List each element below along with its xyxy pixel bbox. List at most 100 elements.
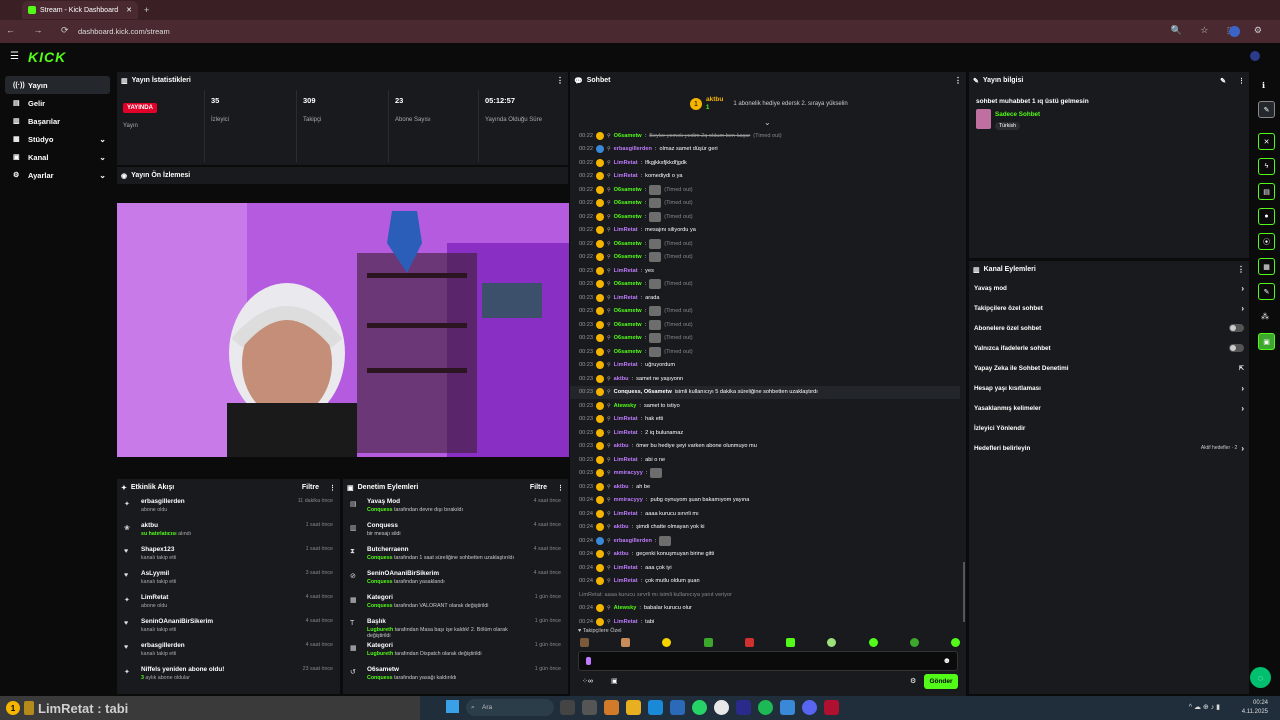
edit-icon[interactable]: ✎	[1220, 77, 1226, 85]
chat-message[interactable]: 00:24 ⚲ LimRetat: aaaa kurucu sırvrli mı	[570, 507, 960, 521]
chat-username[interactable]: LimRetat	[614, 578, 638, 584]
chat-username[interactable]: LimRetat	[614, 416, 638, 422]
activity-item[interactable]: ✦ Niffels yeniden abone oldu! 3 aylık abon…	[117, 664, 340, 688]
emote-icon[interactable]	[909, 638, 919, 647]
moderation-item[interactable]: ▤ Yavaş Mod Conquess tarafından devre dışı…	[343, 496, 568, 520]
chat-username[interactable]: LimRetat	[614, 619, 638, 625]
category-link[interactable]: Sadece Sohbet	[995, 111, 1040, 118]
edge-icon[interactable]	[648, 700, 663, 715]
chat-username[interactable]: O6sametw	[614, 187, 642, 193]
channel-action-item[interactable]: Hedefleri belirleyin Aktif hedefler · 2 ›	[969, 438, 1249, 458]
emote-icon[interactable]	[621, 638, 631, 647]
sidebar-item-kanal[interactable]: ▣ Kanal ⌄	[5, 148, 110, 166]
chat-username[interactable]: mmiracyyy	[614, 497, 643, 503]
address-input[interactable]: dashboard.kick.com/stream	[78, 27, 170, 36]
chat-username[interactable]: mmiracyyy	[614, 470, 643, 476]
chat-message[interactable]: 00:23 ⚲ aktbu: ah be	[570, 480, 960, 494]
chat-username[interactable]: LimRetat	[614, 295, 638, 301]
rail-button-1[interactable]: ✕	[1258, 133, 1275, 150]
chat-username[interactable]: O6sametw	[614, 349, 642, 355]
chat-message[interactable]: 00:22 ⚲ O6sametw: (Timed out)	[570, 210, 960, 224]
user-avatar[interactable]	[1250, 51, 1260, 61]
chat-message[interactable]: 00:24 ⚲ erbasgillerden:	[570, 534, 960, 548]
chat-message[interactable]: 00:23 ⚲ Atewsky: samet to istiyo	[570, 399, 960, 413]
rail-button-5[interactable]: ⦿	[1258, 233, 1275, 250]
chat-message[interactable]: 00:23 ⚲ O6sametw: (Timed out)	[570, 332, 960, 346]
chat-message[interactable]: 00:22 ⚲ LimRetat: komediydi o ya	[570, 170, 960, 184]
chat-username[interactable]: LimRetat	[614, 430, 638, 436]
pin-collapse-icon[interactable]: ⌄	[764, 118, 771, 127]
more-icon[interactable]: ⋮	[1238, 77, 1245, 85]
emote-icon[interactable]	[744, 638, 754, 647]
rail-button-8[interactable]: ▣	[1258, 333, 1275, 350]
chat-input[interactable]: ☻	[578, 651, 958, 671]
whatsapp-icon[interactable]	[692, 700, 707, 715]
activity-item[interactable]: ♥ Shapex123 kanalı takip etti 1 saat önce	[117, 544, 340, 568]
sidebar-item-ayarlar[interactable]: ⚙ Ayarlar ⌄	[5, 166, 110, 184]
activity-item[interactable]: ✦ erbasgillerden abone oldu 11 dakika önce	[117, 496, 340, 520]
moderation-item[interactable]: ▦ Kategori Conquess tarafından VALORANT ol…	[343, 592, 568, 616]
filter-button[interactable]: Filtre	[530, 484, 547, 491]
moderation-item[interactable]: ↺ O6sametw Conquess tarafından yasağı kald…	[343, 664, 568, 688]
clock[interactable]: 00:24 4.11.2025	[1242, 699, 1268, 717]
app-icon[interactable]	[604, 700, 619, 715]
chat-username[interactable]: LimRetat	[614, 457, 638, 463]
file-explorer-icon[interactable]	[626, 700, 641, 715]
emote-icon[interactable]	[786, 638, 796, 647]
activity-item[interactable]: ♥ SeninOAnaniBirSikerim kanalı takip etti 4…	[117, 616, 340, 640]
emote-icon[interactable]	[950, 638, 960, 647]
emote-icon[interactable]	[827, 638, 837, 647]
sidebar-item-gelir[interactable]: ▤ Gelir	[5, 94, 110, 112]
moderation-item[interactable]: ⧗ Butcherraenn Conquess tarafından 1 saat …	[343, 544, 568, 568]
chat-username[interactable]: aktbu	[614, 484, 629, 490]
chat-username[interactable]: LimRetat	[614, 268, 638, 274]
emote-icon[interactable]	[662, 638, 672, 647]
moderation-item[interactable]: ▥ Conquess bir mesajı sildi 4 saat önce	[343, 520, 568, 544]
kick-logo[interactable]: KICK	[28, 49, 66, 65]
support-chat-icon[interactable]: ◌	[1250, 667, 1271, 688]
chat-message[interactable]: 00:22 ⚲ O6sametw: (Timed out)	[570, 237, 960, 251]
chat-message[interactable]: 00:22 ⚲ O6sametw: (Timed out)	[570, 183, 960, 197]
chat-message[interactable]: 00:23 ⚲ aktbu: samet ne yaşıyonn	[570, 372, 960, 386]
info-icon[interactable]: ℹ	[1262, 81, 1265, 90]
chat-message[interactable]: 00:24 ⚲ mmiracyyy: pubg oynuyom şuan bakamı…	[570, 494, 960, 508]
channel-action-item[interactable]: Yalnızca ifadelerle sohbet	[969, 338, 1249, 358]
rail-button-6[interactable]: ▦	[1258, 258, 1275, 275]
windows-start-icon[interactable]	[446, 700, 459, 713]
chat-reply-line[interactable]: LimRetat: aaaa kurucu sırvrli mı isimli …	[570, 588, 960, 602]
save-icon[interactable]: ▣	[611, 677, 618, 685]
emote-icon[interactable]	[703, 638, 713, 647]
send-button[interactable]: Gönder	[924, 674, 958, 689]
chat-username[interactable]: LimRetat	[614, 362, 638, 368]
chat-message[interactable]: 00:24 ⚲ Atewsky: babalar kurucu olur	[570, 602, 960, 616]
chat-username[interactable]: aktbu	[614, 551, 629, 557]
tray-icons[interactable]: ^ ☁ ⊕ ♪ ▮	[1189, 703, 1220, 711]
chat-settings-icon[interactable]: ⁘∞	[582, 677, 593, 685]
chat-message[interactable]: 00:22 ⚲ LimRetat: lfkgjkksfjkkdfjgdk	[570, 156, 960, 170]
rail-button-4[interactable]: ●	[1258, 208, 1275, 225]
discord-icon[interactable]	[802, 700, 817, 715]
stream-preview-video[interactable]	[117, 203, 569, 457]
chat-username[interactable]: Atewsky	[614, 403, 637, 409]
new-tab-icon[interactable]: +	[144, 5, 149, 15]
chat-username[interactable]: LimRetat	[614, 160, 638, 166]
people-icon[interactable]: ⁂	[1261, 312, 1269, 321]
chat-message[interactable]: 00:24 ⚲ LimRetat: tabi	[570, 615, 960, 629]
rail-button-2[interactable]: ϟ	[1258, 158, 1275, 175]
rail-button-7[interactable]: ✎	[1258, 283, 1275, 300]
chat-username[interactable]: aktbu	[614, 524, 629, 530]
chat-message[interactable]: 00:22 ⚲ O6sametw: (Timed out)	[570, 197, 960, 211]
chat-username[interactable]: erbasgillerden	[614, 146, 652, 152]
chat-username[interactable]: O6sametw	[614, 241, 642, 247]
chat-message[interactable]: 00:23 ⚲ aktbu: ömer bu hediye şeyi varken a…	[570, 440, 960, 454]
store-icon[interactable]	[670, 700, 685, 715]
app-icon[interactable]	[780, 700, 795, 715]
chat-message[interactable]: 00:22 ⚲ O6sametw: Beyler yemek yedim 2q old…	[570, 129, 960, 143]
chat-message[interactable]: 00:23 ⚲ mmiracyyy:	[570, 467, 960, 481]
channel-action-item[interactable]: Yasaklanmış kelimeler ›	[969, 398, 1249, 418]
gear-icon[interactable]: ⚙	[910, 677, 916, 685]
chat-message[interactable]: 00:22 ⚲ erbasgillerden: olmaz samet düşür g…	[570, 143, 960, 157]
chat-message[interactable]: 00:22 ⚲ O6sametw: (Timed out)	[570, 251, 960, 265]
activity-item[interactable]: ♥ erbasgillerden kanalı takip etti 4 saat ö…	[117, 640, 340, 664]
spotify-icon[interactable]	[758, 700, 773, 715]
